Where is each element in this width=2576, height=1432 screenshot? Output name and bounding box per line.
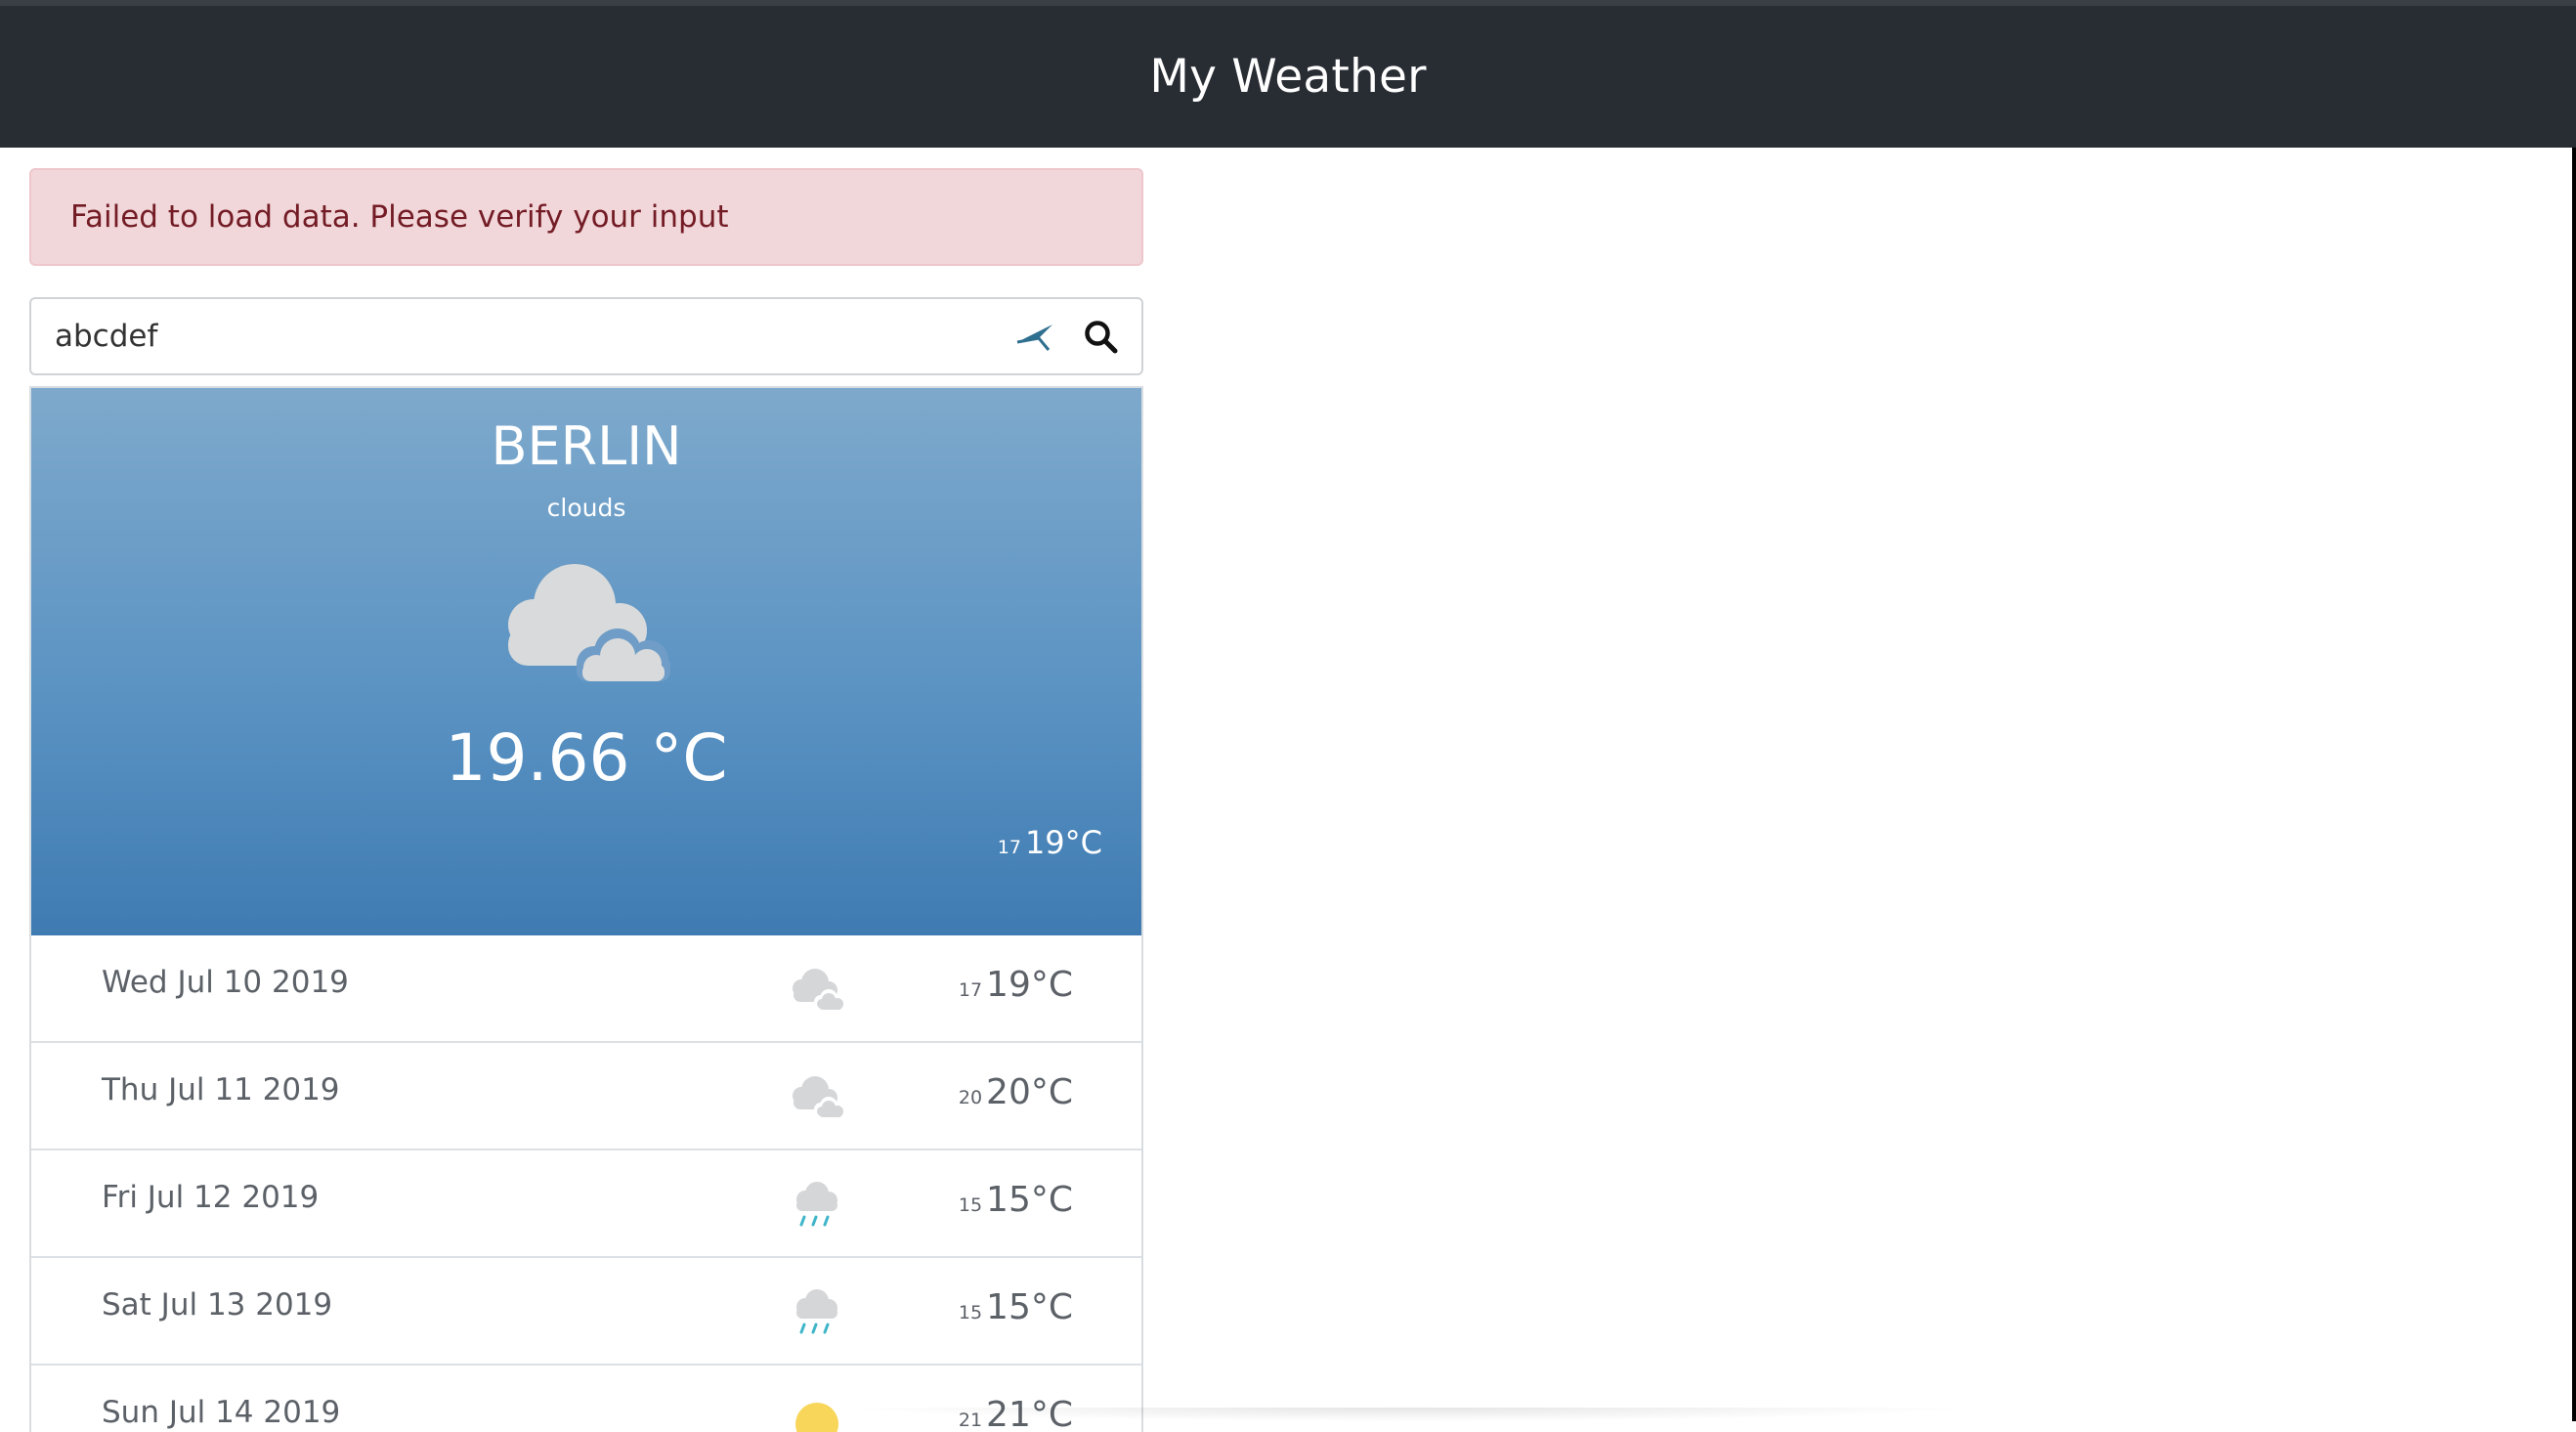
navbar: My Weather — [0, 0, 2576, 148]
forecast-temp-high: 20°C — [986, 1072, 1073, 1112]
current-weather-panel: BERLIN clouds 19.66 °C 17 19°C — [31, 388, 1141, 935]
rain-icon — [796, 1182, 837, 1227]
horizontal-scrollbar-shadow — [840, 1408, 1974, 1421]
forecast-temp-low: 20 — [958, 1087, 983, 1108]
forecast-temp-range: 15 15°C — [959, 1180, 1073, 1220]
location-arrow-icon[interactable] — [1013, 317, 1056, 356]
forecast-row: Sat Jul 13 2019 15 15°C — [31, 1258, 1141, 1366]
forecast-date: Sun Jul 14 2019 — [102, 1395, 341, 1430]
weather-description: clouds — [546, 494, 626, 522]
forecast-row: Wed Jul 10 2019 17 19°C — [31, 935, 1141, 1043]
forecast-temp-high: 15°C — [986, 1287, 1073, 1327]
city-name: BERLIN — [491, 415, 682, 477]
forecast-row: Sun Jul 14 2019 2121°C — [31, 1366, 1141, 1432]
current-temp-high: 19°C — [1024, 824, 1102, 861]
forecast-temp-low: 15 — [958, 1302, 983, 1324]
forecast-temp-high: 15°C — [986, 1180, 1073, 1220]
city-search-input[interactable] — [55, 299, 993, 373]
rain-icon — [796, 1289, 837, 1334]
forecast-date: Thu Jul 11 2019 — [102, 1072, 340, 1107]
forecast-temp-low: 15 — [958, 1194, 983, 1216]
forecast-temp-low: 17 — [958, 979, 983, 1001]
forecast-temp-range: 20 20°C — [959, 1072, 1073, 1112]
forecast-date: Sat Jul 13 2019 — [102, 1287, 333, 1323]
forecast-temp-high: 19°C — [986, 965, 1073, 1005]
forecast-temp-range: 17 19°C — [959, 965, 1073, 1005]
forecast-list: Wed Jul 10 2019 1719°C Thu Jul 11 2019 — [31, 935, 1141, 1432]
window-edge — [2572, 148, 2576, 1421]
current-temperature: 19.66 °C — [445, 720, 728, 796]
forecast-temp-range: 15 15°C — [959, 1287, 1073, 1327]
clouds-icon — [793, 1076, 846, 1117]
forecast-date: Fri Jul 12 2019 — [102, 1180, 320, 1215]
error-alert-message: Failed to load data. Please verify your … — [70, 199, 729, 235]
current-temp-range: 17 19°C — [998, 824, 1102, 861]
weather-card: BERLIN clouds 19.66 °C 17 19°C Wed Jul 1… — [29, 386, 1143, 1432]
forecast-date: Wed Jul 10 2019 — [102, 965, 349, 1000]
search-icon[interactable] — [1083, 319, 1118, 354]
clouds-icon — [793, 969, 846, 1010]
sun-icon — [795, 1403, 838, 1432]
clouds-icon — [508, 564, 670, 681]
forecast-row: Thu Jul 11 2019 20 20°C — [31, 1043, 1141, 1150]
app-title: My Weather — [1149, 50, 1427, 104]
forecast-row: Fri Jul 12 2019 15 15°C — [31, 1150, 1141, 1258]
search-bar — [29, 297, 1143, 375]
error-alert: Failed to load data. Please verify your … — [29, 168, 1143, 266]
current-temp-low: 17 — [997, 837, 1021, 858]
